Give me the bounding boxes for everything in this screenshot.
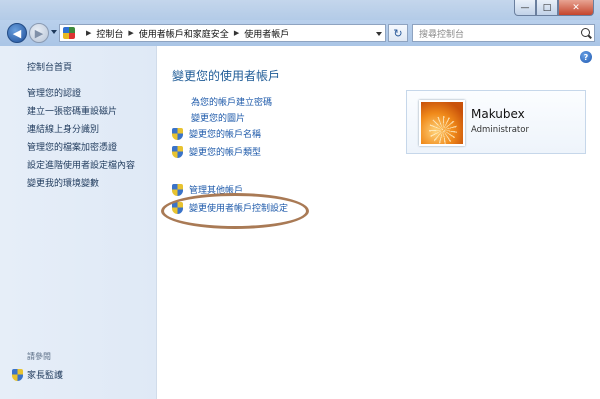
breadcrumb-user-accounts[interactable]: 使用者帳戶	[244, 27, 289, 40]
forward-arrow-icon: ▶	[34, 26, 44, 40]
user-name: Makubex	[471, 107, 525, 121]
task-label: 變更您的圖片	[191, 114, 246, 124]
window-controls: — □ ✕	[514, 0, 594, 16]
user-account-card: Makubex Administrator	[406, 90, 586, 154]
uac-shield-icon	[12, 368, 23, 381]
search-box[interactable]: 搜尋控制台	[412, 24, 595, 42]
control-panel-icon	[63, 27, 75, 39]
uac-shield-icon	[172, 145, 183, 158]
sidebar-item-link-online-ids[interactable]: 連結線上身分識別	[27, 122, 99, 135]
family-safety-label: 家長監護	[27, 371, 64, 381]
task-label: 變更您的帳戶類型	[189, 148, 262, 158]
maximize-button[interactable]: □	[536, 0, 558, 16]
back-button[interactable]: ◀	[7, 23, 27, 43]
avatar	[419, 100, 465, 146]
uac-shield-icon	[172, 127, 183, 140]
create-password-link[interactable]: 為您的帳戶建立密碼	[191, 95, 272, 108]
close-button[interactable]: ✕	[558, 0, 594, 16]
sidebar-item-advanced-profile[interactable]: 設定進階使用者設定檔內容	[27, 158, 135, 171]
task-label: 為您的帳戶建立密碼	[191, 98, 273, 108]
page-title: 變更您的使用者帳戶	[172, 69, 281, 83]
refresh-button[interactable]: ↻	[388, 24, 408, 42]
refresh-icon: ↻	[393, 26, 403, 40]
minimize-button[interactable]: —	[514, 0, 536, 16]
sidebar-item-file-encryption-certs[interactable]: 管理您的檔案加密憑證	[27, 140, 117, 153]
uac-shield-icon	[172, 183, 183, 196]
change-picture-link[interactable]: 變更您的圖片	[191, 111, 245, 124]
sidebar-item-environment-variables[interactable]: 變更我的環境變數	[27, 176, 99, 189]
sidebar-item-password-reset-disk[interactable]: 建立一張密碼重設磁片	[27, 104, 117, 117]
recent-pages-dropdown[interactable]	[51, 30, 57, 34]
search-input[interactable]: 搜尋控制台	[419, 27, 464, 40]
address-dropdown-icon[interactable]	[376, 32, 382, 36]
change-account-name-link[interactable]: 變更您的帳戶名稱	[172, 127, 261, 140]
sidebar-item-manage-credentials[interactable]: 管理您的認證	[27, 86, 81, 99]
breadcrumb-separator-icon[interactable]: ▶	[86, 29, 91, 37]
title-bar: — □ ✕	[0, 0, 600, 20]
sidebar-item-control-panel-home[interactable]: 控制台首頁	[27, 60, 72, 73]
user-role: Administrator	[471, 125, 529, 135]
navigation-bar: ◀ ▶ ▶ 控制台 ▶ 使用者帳戶和家庭安全 ▶ 使用者帳戶 ↻ 搜尋控制台	[0, 20, 600, 46]
breadcrumb-separator-icon[interactable]: ▶	[234, 29, 239, 37]
back-arrow-icon: ◀	[12, 26, 22, 40]
task-label: 變更您的帳戶名稱	[189, 130, 262, 140]
breadcrumb-user-accounts-family[interactable]: 使用者帳戶和家庭安全	[139, 27, 229, 40]
see-also-heading: 請參閱	[27, 352, 51, 361]
address-bar[interactable]: ▶ 控制台 ▶ 使用者帳戶和家庭安全 ▶ 使用者帳戶	[59, 24, 386, 42]
search-icon[interactable]	[581, 28, 590, 37]
highlight-ellipse	[161, 193, 309, 229]
breadcrumb-control-panel[interactable]: 控制台	[96, 27, 123, 40]
help-icon[interactable]: ?	[580, 51, 592, 63]
forward-button[interactable]: ▶	[29, 23, 49, 43]
breadcrumb-separator-icon[interactable]: ▶	[128, 29, 133, 37]
sidebar-item-family-safety[interactable]: 家長監護	[12, 368, 63, 381]
left-pane: 控制台首頁 管理您的認證 建立一張密碼重設磁片 連結線上身分識別 管理您的檔案加…	[0, 46, 157, 399]
change-account-type-link[interactable]: 變更您的帳戶類型	[172, 145, 261, 158]
